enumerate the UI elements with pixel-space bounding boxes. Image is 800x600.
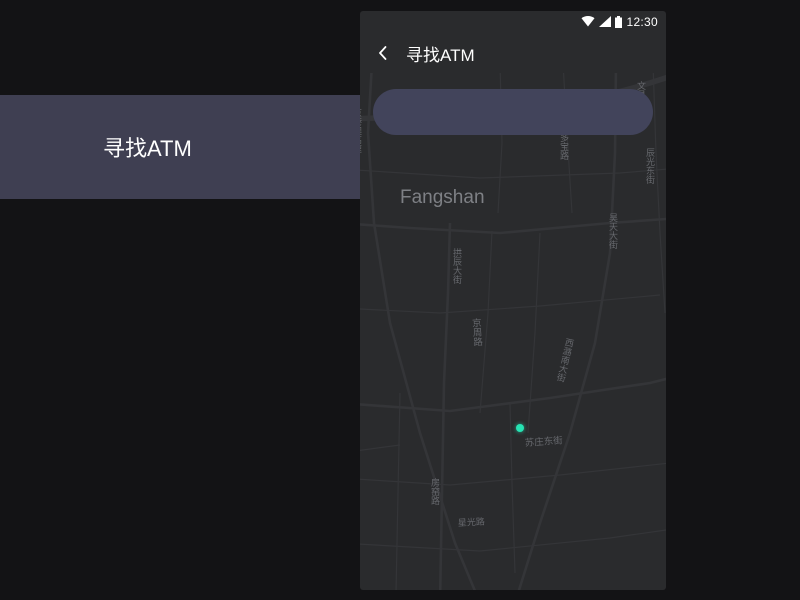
svg-text:星光路: 星光路 [458,516,486,528]
svg-text:京周路: 京周路 [469,317,483,348]
banner-title: 寻找ATM [103,131,192,163]
status-time: 12:30 [626,15,658,29]
map-district-label: Fangshan [400,187,485,208]
map-view[interactable]: Fangshan 京港澳高速 多宝路 辰光东街 昊天大街 拱辰大街 京周路 西潞… [360,73,666,590]
svg-text:京港澳高速: 京港澳高速 [360,107,362,154]
svg-text:西潞南大街: 西潞南大街 [555,337,575,384]
search-pill[interactable] [373,89,653,135]
app-bar: 寻找ATM [360,32,666,74]
back-button[interactable] [374,44,392,62]
appbar-title: 寻找ATM [406,41,475,66]
android-status-bar: 12:30 [360,11,666,32]
svg-text:房窑路: 房窑路 [430,477,440,506]
svg-text:昊天大街: 昊天大街 [608,213,618,250]
wifi-icon [581,16,595,27]
side-banner: 寻找ATM [0,95,360,199]
chevron-left-icon [374,44,392,62]
svg-text:辰光东街: 辰光东街 [645,148,655,185]
current-location-dot [516,424,524,432]
cell-signal-icon [599,16,611,27]
svg-text:多宝路: 多宝路 [559,132,569,161]
svg-text:苏庄东街: 苏庄东街 [524,434,563,449]
phone-frame: 12:30 寻找ATM Fangshan [360,11,666,590]
battery-icon [615,16,622,28]
svg-text:拱辰大街: 拱辰大街 [452,247,462,285]
